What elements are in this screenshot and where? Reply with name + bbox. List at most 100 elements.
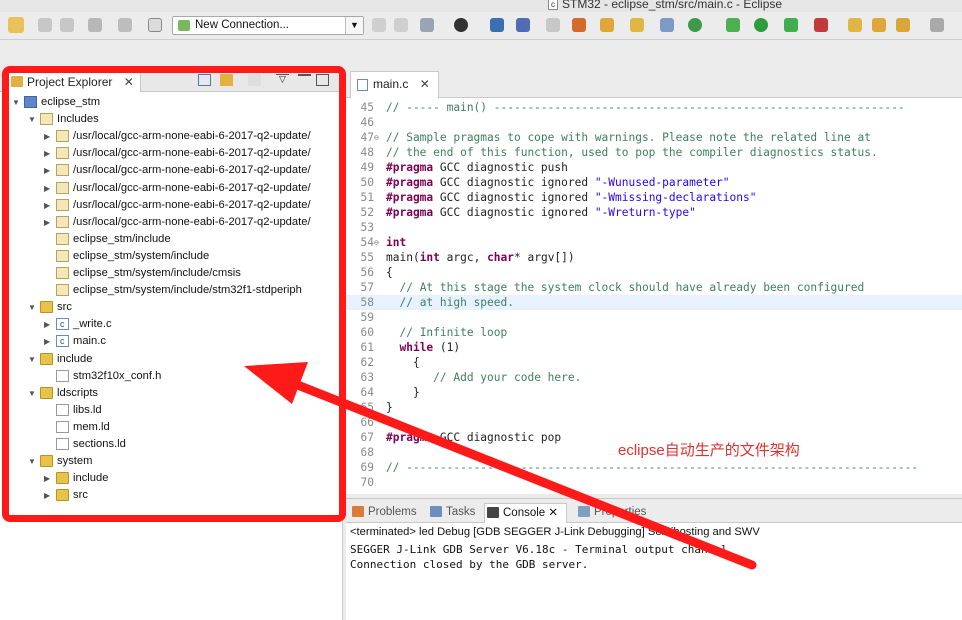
binary-icon[interactable] (148, 18, 162, 32)
code-line[interactable]: 57 // At this stage the system clock sho… (346, 280, 962, 295)
code-line[interactable]: 70 (346, 475, 962, 490)
chevron-right-icon[interactable]: ▶ (44, 333, 54, 350)
chevron-right-icon[interactable]: ▶ (44, 128, 54, 145)
problems-icon (352, 506, 364, 517)
line-number: 59 (360, 311, 374, 324)
terminal-icon[interactable] (420, 18, 434, 32)
collapse-all-icon[interactable] (198, 74, 211, 86)
code-line[interactable]: 54 ⊖ int (346, 235, 962, 250)
run-icon[interactable] (754, 18, 768, 32)
new-folder-icon[interactable] (630, 18, 644, 32)
open-folder-icon[interactable] (848, 18, 862, 32)
refresh-icon[interactable] (546, 18, 560, 32)
minimize-icon[interactable] (298, 74, 311, 86)
tab-main-c[interactable]: main.c ✕ (350, 71, 439, 98)
line-number: 70 (360, 476, 374, 489)
hammer-icon[interactable] (118, 18, 132, 32)
tab-problems[interactable]: Problems (350, 503, 417, 523)
chevron-down-icon[interactable]: ▼ (345, 17, 363, 34)
code-line[interactable]: 50 #pragma GCC diagnostic ignored "-Wunus… (346, 175, 962, 190)
folder-icon (11, 76, 23, 87)
connection-select[interactable]: New Connection... ▼ (172, 16, 364, 35)
code-line[interactable]: 46 (346, 115, 962, 130)
code-line[interactable]: 51 #pragma GCC diagnostic ignored "-Wmiss… (346, 190, 962, 205)
tab-console[interactable]: Console ✕ (484, 503, 568, 523)
chevron-right-icon[interactable]: ▶ (44, 470, 54, 487)
properties-icon (578, 506, 590, 517)
chevron-right-icon[interactable]: ▶ (44, 316, 54, 333)
tab-tasks[interactable]: Tasks (428, 503, 475, 523)
code-line[interactable]: 59 (346, 310, 962, 325)
chevron-down-icon[interactable]: ▼ (12, 94, 22, 111)
tab-properties[interactable]: Properties (576, 503, 646, 523)
close-icon[interactable]: ✕ (545, 507, 558, 519)
new-icon[interactable] (8, 17, 24, 33)
c-file-icon (56, 316, 69, 333)
code-line[interactable]: 69 // -----------------------------------… (346, 460, 962, 475)
connect-icon[interactable] (372, 18, 386, 32)
chevron-right-icon[interactable]: ▶ (44, 145, 54, 162)
code-line[interactable]: 55 main(int argc, char* argv[]) (346, 250, 962, 265)
chevron-down-icon[interactable]: ▼ (28, 299, 38, 316)
code-line[interactable]: 65} (346, 400, 962, 415)
stop-icon[interactable] (814, 18, 828, 32)
h-file-icon (56, 369, 69, 382)
close-icon[interactable]: ✕ (420, 77, 430, 91)
chevron-right-icon[interactable]: ▶ (44, 487, 54, 504)
bug-icon[interactable] (726, 18, 740, 32)
new-file-icon[interactable] (660, 18, 674, 32)
c-file-icon (56, 333, 69, 350)
chevron-right-icon[interactable]: ▶ (44, 162, 54, 179)
close-icon[interactable]: ✕ (124, 75, 134, 89)
chevron-down-icon[interactable]: ▼ (28, 385, 38, 402)
line-number: 48 (360, 146, 374, 159)
external-tools-icon[interactable] (784, 18, 798, 32)
pencil-icon[interactable] (930, 18, 944, 32)
chevron-right-icon[interactable]: ▶ (44, 197, 54, 214)
view-menu-icon[interactable] (248, 74, 261, 86)
tree-item-label: system (57, 455, 93, 468)
disconnect-icon[interactable] (394, 18, 408, 32)
search-icon[interactable] (896, 18, 910, 32)
line-number: 58 (360, 296, 374, 309)
pin-icon[interactable] (516, 18, 530, 32)
chevron-down-icon[interactable]: ▼ (28, 111, 38, 128)
code-line[interactable]: 61 while (1) (346, 340, 962, 355)
chevron-right-icon[interactable]: ▶ (44, 214, 54, 231)
folder-icon (40, 455, 53, 468)
code-line[interactable]: 66 (346, 415, 962, 430)
line-number: 62 (360, 356, 374, 369)
code-line[interactable]: 63 // Add your code here. (346, 370, 962, 385)
fold-icon[interactable]: ⊖ (374, 235, 384, 250)
code-line[interactable]: 47 ⊖// Sample pragmas to cope with warnin… (346, 130, 962, 145)
new-class-icon[interactable] (600, 18, 614, 32)
tasks-icon (430, 506, 442, 517)
chevron-down-icon[interactable]: ▼ (28, 351, 38, 368)
tab-project-explorer[interactable]: Project Explorer ✕ (6, 70, 141, 92)
debug-perspective-icon[interactable] (454, 18, 468, 32)
link-editor-icon[interactable] (220, 74, 233, 86)
code-line[interactable]: 62 { (346, 355, 962, 370)
chevron-down-icon[interactable]: ▽ (276, 74, 289, 86)
open-type-icon[interactable] (872, 18, 886, 32)
chevron-right-icon[interactable]: ▶ (44, 180, 54, 197)
maximize-icon[interactable] (316, 74, 329, 86)
code-line[interactable]: 52 #pragma GCC diagnostic ignored "-Wretu… (346, 205, 962, 220)
code-line[interactable]: 53 (346, 220, 962, 235)
chevron-down-icon[interactable]: ▼ (28, 453, 38, 470)
fold-icon[interactable]: ⊖ (374, 130, 384, 145)
build-icon[interactable] (88, 18, 102, 32)
code-line[interactable]: 48 // the end of this function, used to p… (346, 145, 962, 160)
save-all-icon[interactable] (60, 18, 74, 32)
save-icon[interactable] (38, 18, 52, 32)
package-icon[interactable] (572, 18, 586, 32)
code-line[interactable]: 49 #pragma GCC diagnostic push (346, 160, 962, 175)
code-line[interactable]: 64 } (346, 385, 962, 400)
code-line[interactable]: 56 { (346, 265, 962, 280)
code-line[interactable]: 58 // at high speed. (346, 295, 962, 310)
monitor-icon[interactable] (490, 18, 504, 32)
code-line[interactable]: 45 // ----- main() ----------------------… (346, 100, 962, 115)
code-line[interactable]: 60 // Infinite loop (346, 325, 962, 340)
run-config-icon[interactable] (688, 18, 702, 32)
code-text: // -------------------------------------… (386, 461, 919, 474)
